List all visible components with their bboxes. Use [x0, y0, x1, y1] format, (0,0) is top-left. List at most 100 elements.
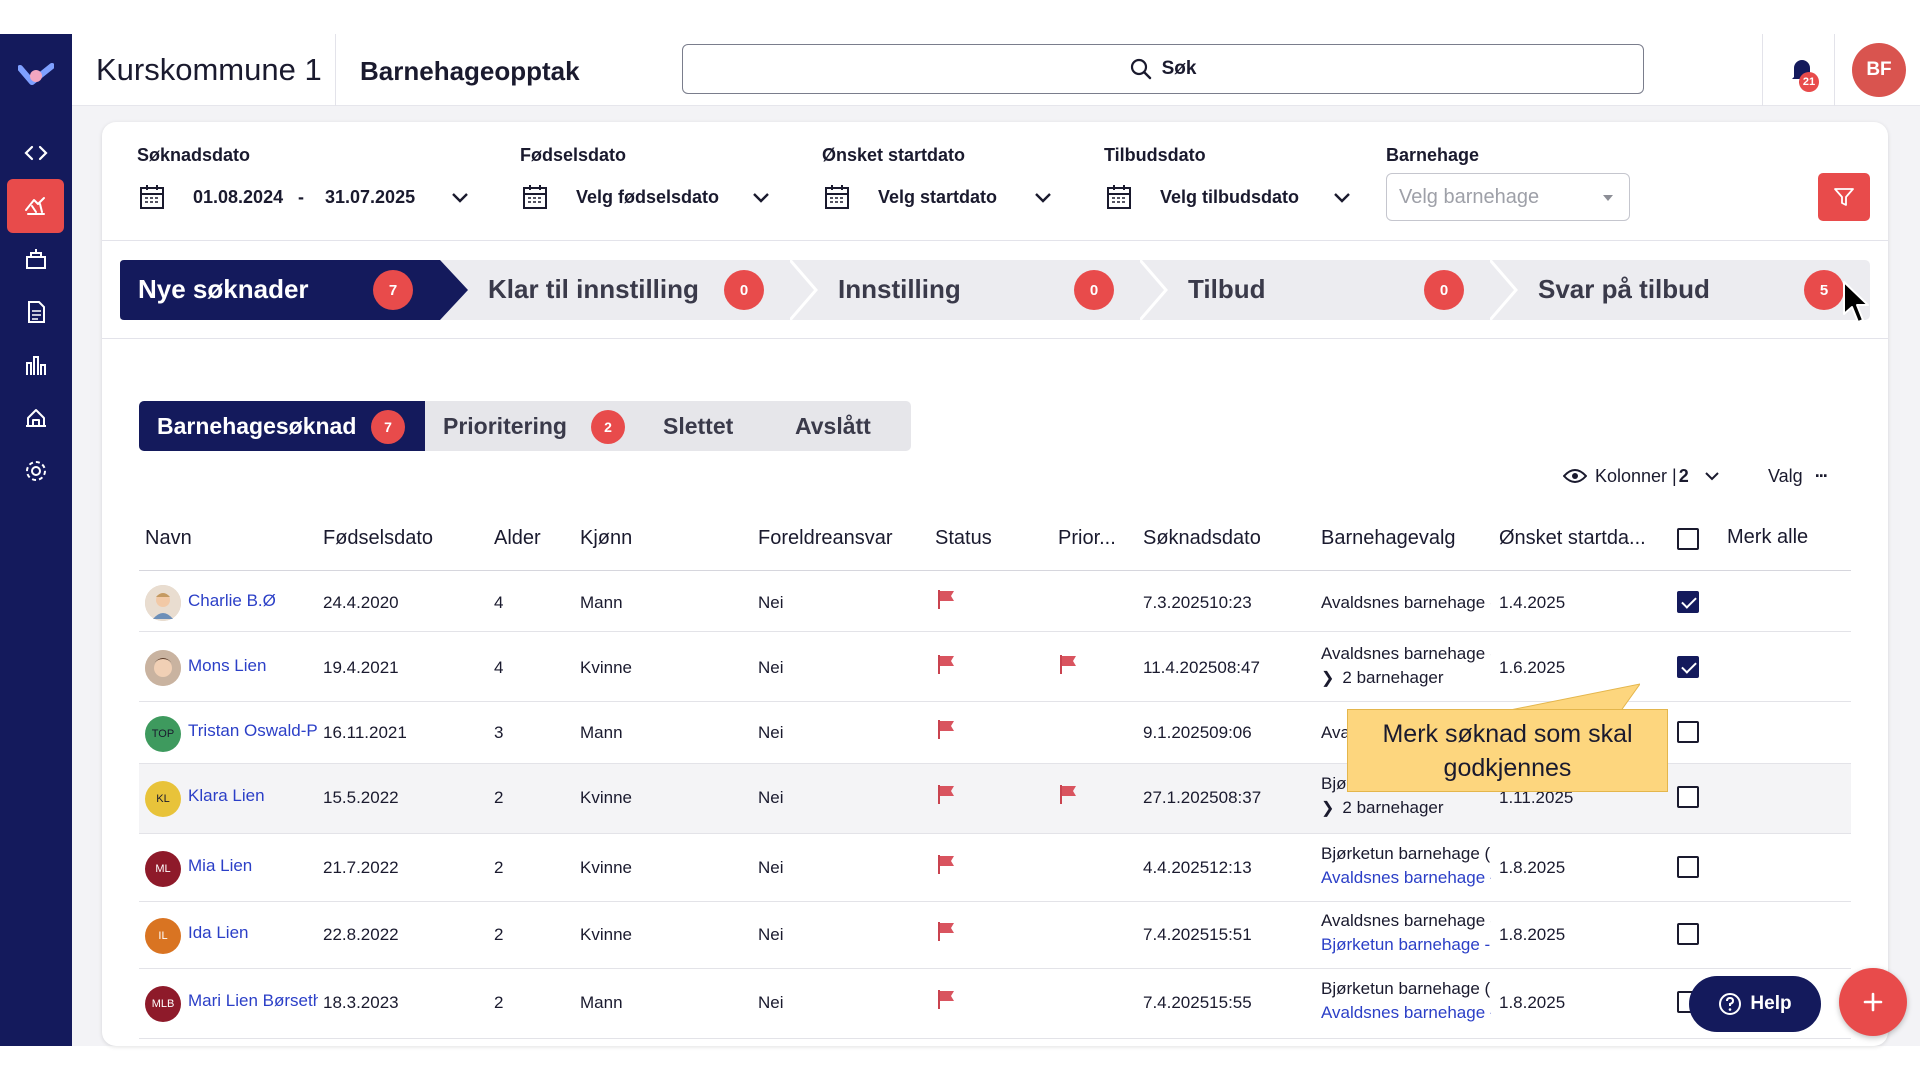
- help-button[interactable]: Help: [1689, 976, 1821, 1032]
- applicant-name-link[interactable]: Mari Lien Børseth: [188, 991, 318, 1011]
- barnehage-link[interactable]: Bjørketun barnehage -: [1321, 935, 1491, 955]
- row-checkbox[interactable]: [1677, 856, 1699, 878]
- sidebar-item-kindergartens[interactable]: [7, 232, 64, 286]
- applicant-name-link[interactable]: Mons Lien: [188, 656, 318, 676]
- more-choices-label: 2 barnehager: [1342, 798, 1444, 817]
- app-logo[interactable]: [12, 56, 60, 96]
- add-button[interactable]: [1839, 968, 1907, 1036]
- document-icon: [27, 301, 45, 323]
- column-header-barnehagevalg[interactable]: Barnehagevalg: [1321, 527, 1456, 550]
- house-icon: [25, 409, 46, 427]
- calendar-icon[interactable]: [824, 184, 850, 210]
- valg-button[interactable]: Valg ···: [1768, 462, 1829, 490]
- cell-foreldreansvar: Nei: [758, 993, 784, 1012]
- column-header-foreldreansvar[interactable]: Foreldreansvar: [758, 527, 893, 550]
- tooltip-line-2: godkjennes: [1443, 754, 1572, 782]
- cell-startdato: 1.8.2025: [1499, 993, 1566, 1012]
- more-choices-label: 2 barnehager: [1342, 668, 1444, 687]
- applicant-name-link[interactable]: Mia Lien: [188, 856, 318, 876]
- stage-svar-pa-tilbud[interactable]: Svar på tilbud 5: [1518, 260, 1870, 320]
- cell-startdato: 1.6.2025: [1499, 658, 1566, 677]
- stage-count-badge: 0: [1074, 270, 1114, 310]
- question-icon: [1719, 993, 1742, 1015]
- stage-klar-til-innstilling[interactable]: Klar til innstilling 0: [468, 260, 790, 320]
- left-sidebar: [0, 34, 72, 1046]
- row-checkbox[interactable]: [1677, 786, 1699, 808]
- barnehage-link[interactable]: Avaldsnes barnehage -: [1321, 868, 1491, 888]
- bar-chart-icon: [25, 356, 46, 375]
- avatar: [145, 650, 181, 686]
- chevron-down-icon[interactable]: [449, 187, 471, 209]
- barnehage-select[interactable]: Velg barnehage: [1386, 173, 1630, 221]
- sidebar-item-admission[interactable]: [7, 179, 64, 233]
- sidebar-item-settings[interactable]: [7, 444, 64, 498]
- row-checkbox[interactable]: [1677, 923, 1699, 945]
- cell-barnehagevalg: Bjørketun barnehage (: [1321, 844, 1491, 863]
- cell-alder: 2: [494, 858, 504, 877]
- sidebar-item-reports[interactable]: [7, 338, 64, 392]
- cell-alder: 2: [494, 925, 504, 944]
- startdato-picker[interactable]: Velg startdato: [878, 187, 997, 208]
- soknadsdato-from[interactable]: 01.08.2024: [193, 187, 283, 208]
- search-input[interactable]: Søk: [682, 44, 1644, 94]
- row-checkbox[interactable]: [1677, 656, 1699, 678]
- calendar-icon[interactable]: [522, 184, 548, 210]
- soknadsdato-to[interactable]: 31.07.2025: [325, 187, 415, 208]
- column-header-soknadsdato[interactable]: Søknadsdato: [1143, 527, 1261, 550]
- cell-startdato: 1.4.2025: [1499, 593, 1566, 612]
- applicant-name-link[interactable]: Tristan Oswald-P: [188, 721, 318, 741]
- column-header-fodselsdato[interactable]: Fødselsdato: [323, 527, 433, 550]
- family-icon: [24, 197, 45, 215]
- columns-button[interactable]: Kolonner | 2: [1563, 462, 1721, 490]
- column-header-kjonn[interactable]: Kjønn: [580, 527, 632, 550]
- cell-kjonn: Kvinne: [580, 858, 632, 877]
- row-checkbox[interactable]: [1677, 721, 1699, 743]
- code-icon: [23, 145, 48, 161]
- status-flag-icon: [938, 590, 954, 609]
- sidebar-item-documents[interactable]: [7, 285, 64, 339]
- tab-count-badge: 2: [591, 410, 625, 444]
- applicant-name-link[interactable]: Charlie B.Ø: [188, 591, 318, 611]
- sidebar-item-property[interactable]: [7, 391, 64, 445]
- chevron-down-icon[interactable]: [1032, 187, 1054, 209]
- priority-flag-icon: [1060, 655, 1076, 674]
- chevron-down-icon[interactable]: [1331, 187, 1353, 209]
- stage-nye-soknader[interactable]: Nye søknader 7: [120, 260, 468, 320]
- sidebar-item-developer[interactable]: [7, 126, 64, 180]
- status-flag-icon: [938, 655, 954, 674]
- tab-count-badge: 7: [371, 410, 405, 444]
- calendar-icon[interactable]: [139, 184, 165, 210]
- tab-slettet[interactable]: Slettet: [643, 401, 775, 451]
- stage-innstilling[interactable]: Innstilling 0: [818, 260, 1140, 320]
- barnehage-link[interactable]: Avaldsnes barnehage -: [1321, 1003, 1491, 1023]
- column-header-prioritet[interactable]: Prior...: [1058, 527, 1116, 550]
- stage-tilbud[interactable]: Tilbud 0: [1168, 260, 1490, 320]
- expand-barnehager[interactable]: ❯ 2 barnehager: [1321, 668, 1444, 688]
- priority-flag-icon: [1060, 785, 1076, 804]
- select-all-checkbox[interactable]: [1677, 528, 1699, 550]
- applicant-name-link[interactable]: Ida Lien: [188, 923, 318, 943]
- eye-icon: [1563, 469, 1587, 483]
- cell-startdato: 1.8.2025: [1499, 858, 1566, 877]
- calendar-icon[interactable]: [1106, 184, 1132, 210]
- column-header-status[interactable]: Status: [935, 527, 992, 550]
- chevron-down-icon[interactable]: [750, 187, 772, 209]
- tab-prioritering[interactable]: Prioritering 2: [425, 401, 643, 451]
- column-header-alder[interactable]: Alder: [494, 527, 541, 550]
- applicant-name-link[interactable]: Klara Lien: [188, 786, 318, 806]
- user-avatar[interactable]: BF: [1852, 43, 1906, 97]
- tab-barnehagesoknad[interactable]: Barnehagesøknad 7: [139, 401, 425, 451]
- avatar: [145, 585, 181, 621]
- column-header-startdato[interactable]: Ønsket startda...: [1499, 527, 1646, 550]
- expand-barnehager[interactable]: ❯ 2 barnehager: [1321, 798, 1444, 818]
- tab-avslatt[interactable]: Avslått: [775, 401, 911, 451]
- child-photo-icon: [145, 585, 181, 621]
- divider: [102, 240, 1888, 241]
- tilbudsdato-picker[interactable]: Velg tilbudsdato: [1160, 187, 1299, 208]
- cell-foreldreansvar: Nei: [758, 658, 784, 677]
- column-header-navn[interactable]: Navn: [145, 527, 192, 550]
- filter-button[interactable]: [1818, 173, 1870, 221]
- stage-separator: [790, 260, 818, 320]
- fodselsdato-picker[interactable]: Velg fødselsdato: [576, 187, 719, 208]
- row-checkbox[interactable]: [1677, 591, 1699, 613]
